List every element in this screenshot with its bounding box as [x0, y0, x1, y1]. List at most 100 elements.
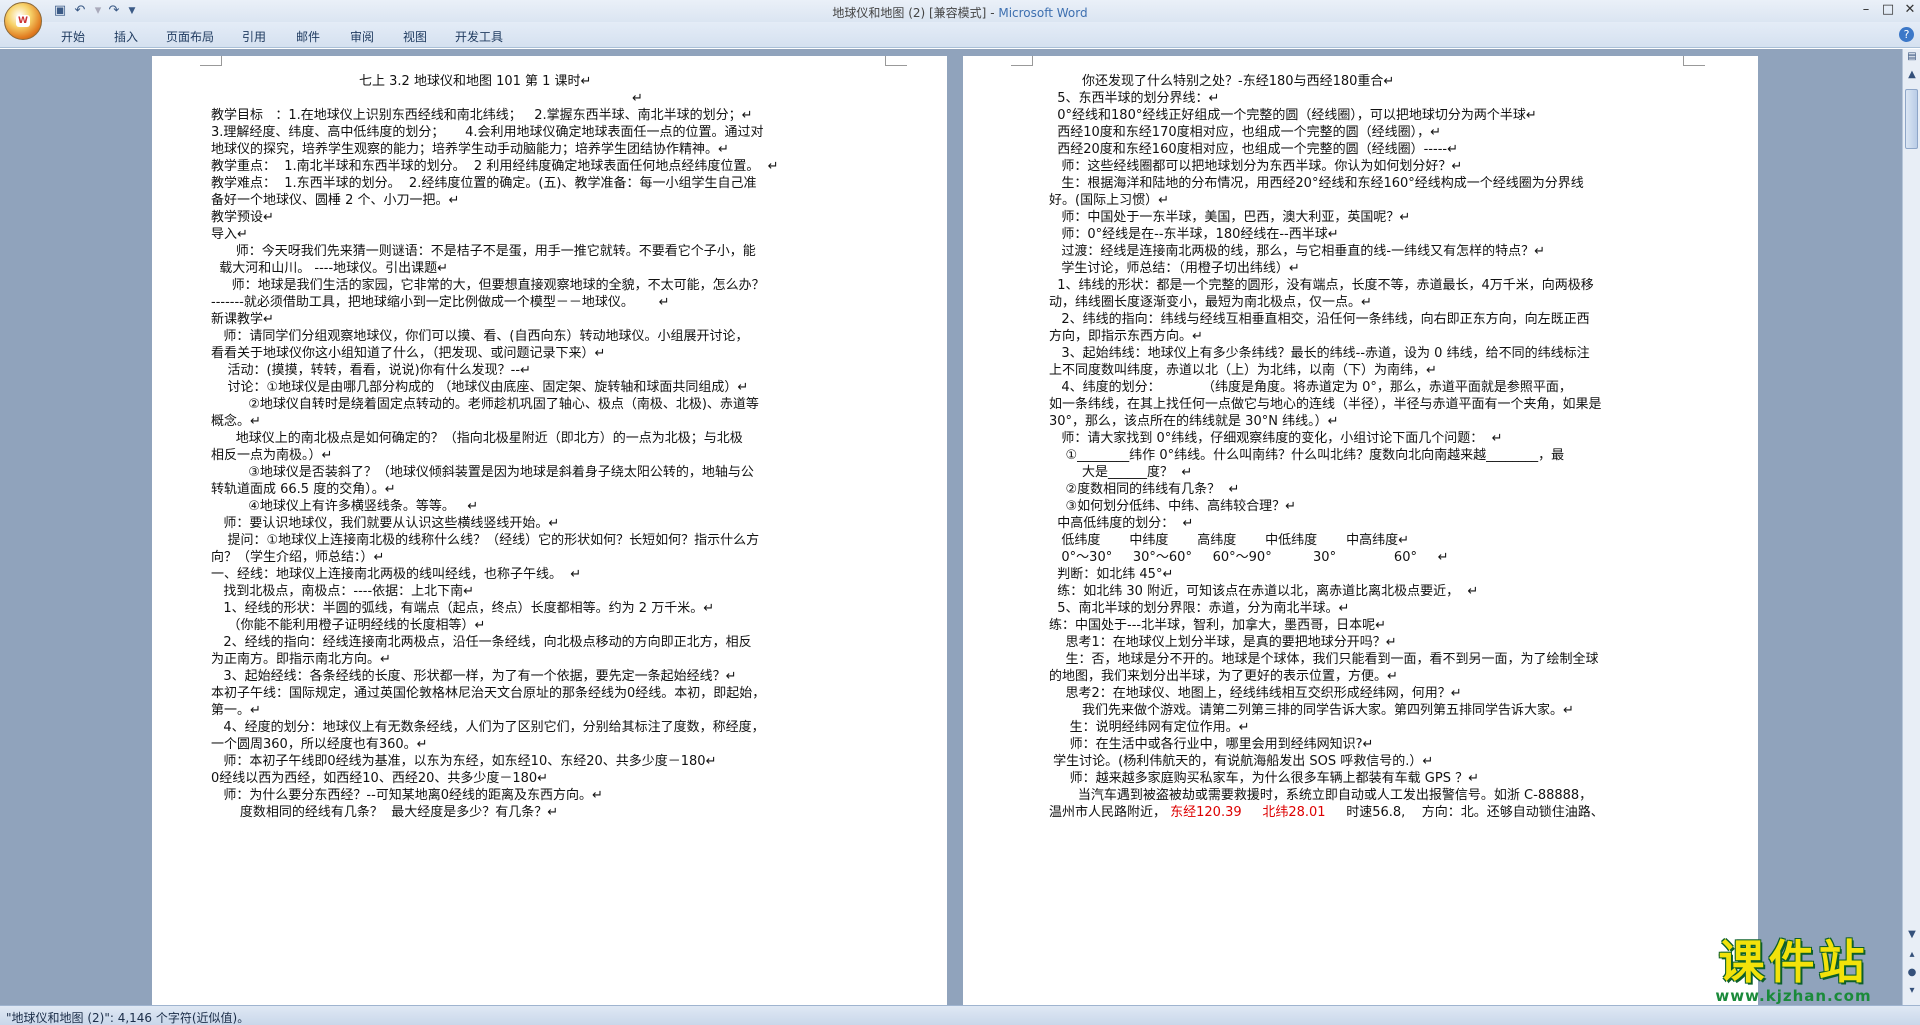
- next-page-icon[interactable]: ▾: [1904, 983, 1920, 999]
- maximize-icon[interactable]: □: [1878, 2, 1898, 18]
- paragraph-line: 过渡：经线是连接南北两极的线，那么，与它相垂直的线-一纬线又有怎样的特点？↵: [1049, 244, 1545, 259]
- paragraph-line: 教学难点： 1.东西半球的划分。 2.经纬度位置的确定。(五)、教学准备：每一小…: [211, 176, 757, 191]
- paragraph-line: 当汽车遇到被盗被劫或需要救援时，系统立即自动或人工发出报警信号。如浙 C-888…: [1049, 788, 1593, 803]
- tab-mailings[interactable]: 邮件: [296, 28, 320, 45]
- paragraph-line: ④地球仪上有许多横竖线条。等等。 ↵: [211, 499, 479, 514]
- paragraph-line: 上不同度数叫纬度，赤道以北（上）为北纬，以南（下）为南纬，↵: [1049, 363, 1437, 378]
- document-page-1[interactable]: 七上 3.2 地球仪和地图 101 第 1 课时↵ ↵ 教学目标 ：1.在地球仪上识…: [152, 56, 947, 1005]
- ribbon-tabs: 开始 插入 页面布局 引用 邮件 审阅 视图 开发工具 ?: [0, 22, 1920, 48]
- status-bar: "地球仪和地图 (2)": 4,146 个字符(近似值)。: [0, 1005, 1920, 1025]
- tab-page-layout[interactable]: 页面布局: [166, 28, 214, 45]
- paragraph-line: 生：根据海洋和陆地的分布情况，用西经20°经线和东经160°经线构成一个经线圈为…: [1049, 176, 1584, 191]
- tab-insert[interactable]: 插入: [114, 28, 138, 45]
- paragraph-line: 练：中国处于---北半球，智利，加拿大，墨西哥，日本呢↵: [1049, 618, 1386, 633]
- paragraph-line: 找到北极点，南极点：----依据：上北下南↵: [211, 584, 475, 599]
- paragraph-line: 生：说明经纬网有定位作用。↵: [1049, 720, 1250, 735]
- paragraph-line: 师：今天呀我们先来猜一则谜语：不是桔子不是蛋，用手一推它就转。不要看它个子小，能: [211, 244, 756, 259]
- paragraph-line: 1、纬线的形状：都是一个完整的圆形，没有端点，长度不等，赤道最长，4万千米，向两…: [1049, 278, 1594, 293]
- paragraph-line: 学生讨论。(杨利伟航天的，有说航海船发出 SOS 呼救信号的.）↵: [1049, 754, 1434, 769]
- paragraph-line: 导入↵: [211, 227, 248, 242]
- paragraph-line: 思考1：在地球仪上划分半球，是真的要把地球分开吗？↵: [1049, 635, 1397, 650]
- paragraph-line: 一、经线：地球仪上连接南北两极的线叫经线，也称子午线。 ↵: [211, 567, 582, 582]
- office-logo-icon[interactable]: W: [4, 2, 42, 40]
- document-workspace: 七上 3.2 地球仪和地图 101 第 1 课时↵ ↵ 教学目标 ：1.在地球仪上识…: [0, 49, 1920, 1005]
- paragraph-line: 师：本初子午线即0经线为基准，以东为东经，如东经10、东经20、共多少度－180…: [211, 754, 717, 769]
- north-latitude-value: 北纬28.01: [1262, 805, 1326, 820]
- paragraph-line: 4、纬度的划分： （纬度是角度。将赤道定为 0°，那么，赤道平面就是参照平面，: [1049, 380, 1572, 395]
- title-bar: 地球仪和地图 (2) [兼容模式] - Microsoft Word ▣ ↶ ▾…: [0, 0, 1920, 22]
- help-icon[interactable]: ?: [1899, 27, 1914, 42]
- tab-view[interactable]: 视图: [403, 28, 427, 45]
- tab-developer[interactable]: 开发工具: [455, 28, 503, 45]
- redo-icon[interactable]: ↷: [106, 3, 122, 19]
- paragraph-line: 你还发现了什么特别之处？-东经180与西经180重合↵: [1049, 74, 1395, 89]
- paragraph-line: 第一。↵: [211, 703, 261, 718]
- paragraph-line: 师：这些经线圈都可以把地球划分为东西半球。你认为如何划分好？↵: [1049, 159, 1463, 174]
- paragraph-line: ②度数相同的纬线有几条？ ↵: [1049, 482, 1240, 497]
- previous-page-icon[interactable]: ▴: [1904, 947, 1920, 963]
- paragraph-line: 提问：①地球仪上连接南北极的线称什么线？（经线）它的形状如何？长短如何？指示什么…: [211, 533, 760, 548]
- paragraph-line: 学生讨论，师总结：（用橙子切出纬线）↵: [1049, 261, 1300, 276]
- paragraph-line: 师：请大家找到 0°纬线，仔细观察纬度的变化，小组讨论下面几个问题： ↵: [1049, 431, 1503, 446]
- document-title: 地球仪和地图 (2) [兼容模式]: [832, 6, 987, 20]
- paragraph-line: 0经线以西为西经，如西经10、西经20、共多少度－180↵: [211, 771, 549, 786]
- crop-mark: [1011, 56, 1033, 66]
- ruler-toggle-icon[interactable]: ▤: [1904, 49, 1920, 65]
- tab-home[interactable]: 开始: [61, 28, 85, 45]
- paragraph-line: 教学预设↵: [211, 210, 274, 225]
- paragraph-line: 1、经线的形状：半圆的弧线，有端点（起点，终点）长度都相等。约为 2 万千米。↵: [211, 601, 715, 616]
- paragraph-line: 讨论：①地球仪是由哪几部分构成的 （地球仪由底座、固定架、旋转轴和球面共同组成）…: [211, 380, 749, 395]
- paragraph-line: 地球仪的探究，培养学生观察的能力；培养学生动手动脑能力；培养学生团结协作精神。↵: [211, 142, 729, 157]
- crop-mark: [1683, 56, 1705, 66]
- paragraph-line: 3、起始纬线：地球仪上有多少条纬线？最长的纬线--赤道，设为 0 纬线，给不同的…: [1049, 346, 1590, 361]
- paragraph-line: 备好一个地球仪、圆棰 2 个、小刀一把。↵: [211, 193, 460, 208]
- paragraph-line: 新课教学↵: [211, 312, 274, 327]
- paragraph-line: 西经10度和东经170度相对应，也组成一个完整的圆（经线圈），↵: [1049, 125, 1442, 140]
- scroll-down-icon[interactable]: ▼: [1904, 927, 1920, 943]
- paragraph-line: 西经20度和东经160度相对应，也组成一个完整的圆（经线圈）-----↵: [1049, 142, 1458, 157]
- undo-icon[interactable]: ↶: [72, 3, 88, 19]
- paragraph-line: 0°经线和180°经线正好组成一个完整的圆（经线圈），可以把地球切分为两个半球↵: [1049, 108, 1537, 123]
- paragraph-line: 3.理解经度、纬度、高中低纬度的划分； 4.会利用地球仪确定地球表面任一点的位置…: [211, 125, 764, 140]
- paragraph-line: 载大河和山川。 ----地球仪。引出课题↵: [211, 261, 449, 276]
- scroll-up-icon[interactable]: ▲: [1904, 67, 1920, 83]
- qat-dropdown-icon[interactable]: ▼: [124, 3, 140, 19]
- last-line: 温州市人民路附近， 东经120.39 北纬28.01 时速56.8, 方向：北。…: [1049, 805, 1604, 821]
- paragraph-line: 判断：如北纬 45°↵: [1049, 567, 1174, 582]
- watermark-url: www.kjzhan.com: [1715, 987, 1872, 1005]
- paragraph-line: 师：地球是我们生活的家园，它非常的大，但要想直接观察地球的全貌，不太可能，怎么办…: [211, 278, 765, 293]
- paragraph-line: 4、经度的划分：地球仪上有无数条经线，人们为了区别它们，分别给其标注了度数，称经…: [211, 720, 765, 735]
- paragraph-line: 大是______度？ ↵: [1049, 465, 1193, 480]
- paragraph-line: 师：请同学们分组观察地球仪，你们可以摸、看、(自西向东）转动地球仪。小组展开讨论…: [211, 329, 749, 344]
- paragraph-line: 师：越来越多家庭购买私家车，为什么很多车辆上都装有车载 GPS ？↵: [1049, 771, 1479, 786]
- paragraph-line: ①________纬作 0°纬线。什么叫南纬？什么叫北纬？度数向北向南越来越__…: [1049, 448, 1565, 463]
- tab-review[interactable]: 审阅: [350, 28, 374, 45]
- last-line-text-b: 时速56.8, 方向：北。还够自动锁住油路、: [1325, 805, 1604, 820]
- paragraph-line: 30°，那么，该点所在的纬线就是 30°N 纬线。）↵: [1049, 414, 1339, 429]
- save-icon[interactable]: ▣: [52, 3, 68, 19]
- paragraph-line: -------就必须借助工具，把地球缩小到一定比例做成一个模型－－地球仪。 ↵: [211, 295, 670, 310]
- paragraph-line: 思考2：在地球仪、地图上，经线纬线相互交织形成经纬网，何用？↵: [1049, 686, 1462, 701]
- chevron-down-icon[interactable]: ▾: [90, 3, 106, 19]
- paragraph-line: ↵: [632, 91, 643, 106]
- paragraph-line: 我们先来做个游戏。请第二列第三排的同学告诉大家。第四列第五排同学告诉大家。↵: [1049, 703, 1574, 718]
- paragraph-line: 2、经线的指向：经线连接南北两极点，沿任一条经线，向北极点移动的方向即正北方，相…: [211, 635, 752, 650]
- document-page-2[interactable]: 你还发现了什么特别之处？-东经180与西经180重合↵ 5、东西半球的划分界线：…: [963, 56, 1758, 1005]
- minimize-icon[interactable]: –: [1856, 2, 1876, 18]
- east-longitude-value: 东经120.39: [1170, 805, 1242, 820]
- close-icon[interactable]: ✕: [1900, 2, 1920, 18]
- paragraph-line: 低纬度 中纬度 高纬度 中低纬度 中高纬度↵: [1049, 533, 1409, 548]
- paragraph-line: 看看关于地球仪你这小组知道了什么，（把发现、或问题记录下来）↵: [211, 346, 606, 361]
- paragraph-line: ③如何划分低纬、中纬、高纬较合理？↵: [1049, 499, 1297, 514]
- tab-references[interactable]: 引用: [242, 28, 266, 45]
- paragraph-line: 师：0°经线是在--东半球，180经线在--西半球↵: [1049, 227, 1339, 242]
- scroll-thumb[interactable]: [1905, 89, 1918, 149]
- paragraph-line: 地球仪上的南北极点是如何确定的？（指向北极星附近（即北方）的一点为北极；与北极: [211, 431, 743, 446]
- word-count-status[interactable]: "地球仪和地图 (2)": 4,146 个字符(近似值)。: [6, 1009, 249, 1025]
- paragraph-line: 动，纬线圈长度逐渐变小，最短为南北极点，仅一点。↵: [1049, 295, 1372, 310]
- vertical-scrollbar[interactable]: ▤ ▲ ▼ ▴ ● ▾: [1902, 49, 1920, 1005]
- paragraph-line: 练：如北纬 30 附近，可知该点在赤道以北，离赤道比离北极点要近， ↵: [1049, 584, 1479, 599]
- paragraph-line: 师：在生活中或各行业中，哪里会用到经纬网知识?↵: [1049, 737, 1374, 752]
- browse-object-icon[interactable]: ●: [1904, 965, 1920, 981]
- paragraph-line: 一个圆周360，所以经度也有360。↵: [211, 737, 428, 752]
